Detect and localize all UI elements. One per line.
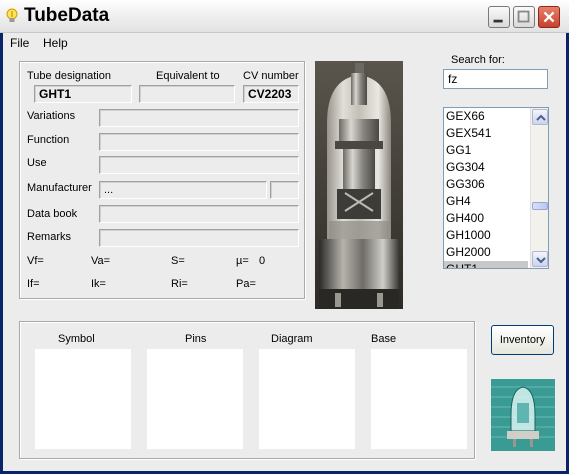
- tube-logo: [491, 379, 555, 451]
- search-label: Search for:: [451, 54, 505, 66]
- s-label: S=: [171, 255, 185, 267]
- scroll-down-button[interactable]: [532, 251, 548, 267]
- data-book-label: Data book: [27, 208, 78, 220]
- symbol-panel: [35, 349, 131, 449]
- variations-label: Variations: [27, 110, 76, 122]
- data-book-field[interactable]: [99, 205, 299, 223]
- cv-number-label: CV number: [243, 70, 299, 82]
- function-field[interactable]: [99, 133, 299, 151]
- manufacturer-extra-field[interactable]: [270, 181, 299, 199]
- remarks-label: Remarks: [27, 231, 72, 243]
- base-panel: [371, 349, 467, 449]
- maximize-icon: [517, 10, 530, 23]
- list-item-selected[interactable]: GHT1: [444, 261, 528, 268]
- title-bar: TubeData: [0, 0, 569, 33]
- ri-label: Ri=: [171, 278, 188, 290]
- equivalent-to-field[interactable]: [139, 85, 235, 103]
- tube-listbox[interactable]: GEX66 GEX541 GG1 GG304 GG306 GH4 GH400 G…: [443, 107, 549, 269]
- minimize-icon: [493, 19, 503, 23]
- manufacturer-label: Manufacturer: [27, 182, 92, 194]
- scroll-thumb[interactable]: [532, 202, 548, 210]
- tube-designation-field[interactable]: GHT1: [34, 85, 132, 103]
- list-item[interactable]: GEX541: [444, 125, 528, 142]
- symbol-label: Symbol: [58, 333, 95, 345]
- menu-bar: File Help: [3, 33, 566, 53]
- va-label: Va=: [91, 255, 111, 267]
- tube-photo: [315, 61, 403, 309]
- use-field[interactable]: [99, 156, 299, 174]
- scroll-up-button[interactable]: [532, 109, 548, 125]
- app-window: TubeData File Help Tube designation Equi…: [0, 0, 569, 474]
- diagram-label: Diagram: [271, 333, 313, 345]
- variations-field[interactable]: [99, 109, 299, 127]
- chevron-up-icon: [536, 114, 546, 121]
- menu-file[interactable]: File: [10, 36, 29, 50]
- remarks-field[interactable]: [99, 229, 299, 247]
- close-button[interactable]: [538, 6, 560, 28]
- list-item[interactable]: GEX66: [444, 108, 528, 125]
- pins-label: Pins: [185, 333, 207, 345]
- close-icon: [543, 11, 555, 23]
- vacuum-tube-image: [315, 61, 403, 309]
- list-item[interactable]: GG306: [444, 176, 528, 193]
- minimize-button[interactable]: [488, 6, 510, 28]
- function-label: Function: [27, 134, 70, 146]
- diagram-panel: [259, 349, 355, 449]
- lightbulb-icon: [6, 8, 18, 22]
- tube-logo-icon: [491, 379, 555, 451]
- inventory-button[interactable]: Inventory: [491, 325, 554, 355]
- list-scrollbar[interactable]: [530, 108, 548, 268]
- list-item[interactable]: GG304: [444, 159, 528, 176]
- tube-list: GEX66 GEX541 GG1 GG304 GG306 GH4 GH400 G…: [444, 108, 528, 268]
- vf-label: Vf=: [27, 255, 44, 267]
- maximize-button[interactable]: [513, 6, 535, 28]
- tube-designation-label: Tube designation: [27, 70, 111, 82]
- pa-label: Pa=: [236, 278, 256, 290]
- list-item[interactable]: GH1000: [444, 227, 528, 244]
- list-item[interactable]: GH2000: [444, 244, 528, 261]
- cv-number-field[interactable]: CV2203: [243, 85, 299, 103]
- list-item[interactable]: GH4: [444, 193, 528, 210]
- menu-help-label: Help: [43, 36, 68, 50]
- window-title: TubeData: [24, 5, 110, 26]
- list-item[interactable]: GH400: [444, 210, 528, 227]
- menu-file-label: File: [10, 36, 30, 50]
- menu-help[interactable]: Help: [43, 36, 68, 50]
- chevron-down-icon: [536, 257, 546, 264]
- client-area: File Help Tube designation Equivalent to…: [3, 33, 566, 471]
- base-label: Base: [371, 333, 397, 345]
- list-item[interactable]: GG1: [444, 142, 528, 159]
- pins-panel: [147, 349, 243, 449]
- search-input[interactable]: fz: [443, 69, 548, 89]
- ik-label: Ik=: [91, 278, 106, 290]
- equivalent-to-label: Equivalent to: [156, 70, 220, 82]
- manufacturer-field[interactable]: ...: [99, 181, 267, 199]
- mu-label: µ=: [236, 255, 249, 267]
- if-label: If=: [27, 278, 40, 290]
- mu-value: 0: [259, 255, 266, 267]
- use-label: Use: [27, 157, 47, 169]
